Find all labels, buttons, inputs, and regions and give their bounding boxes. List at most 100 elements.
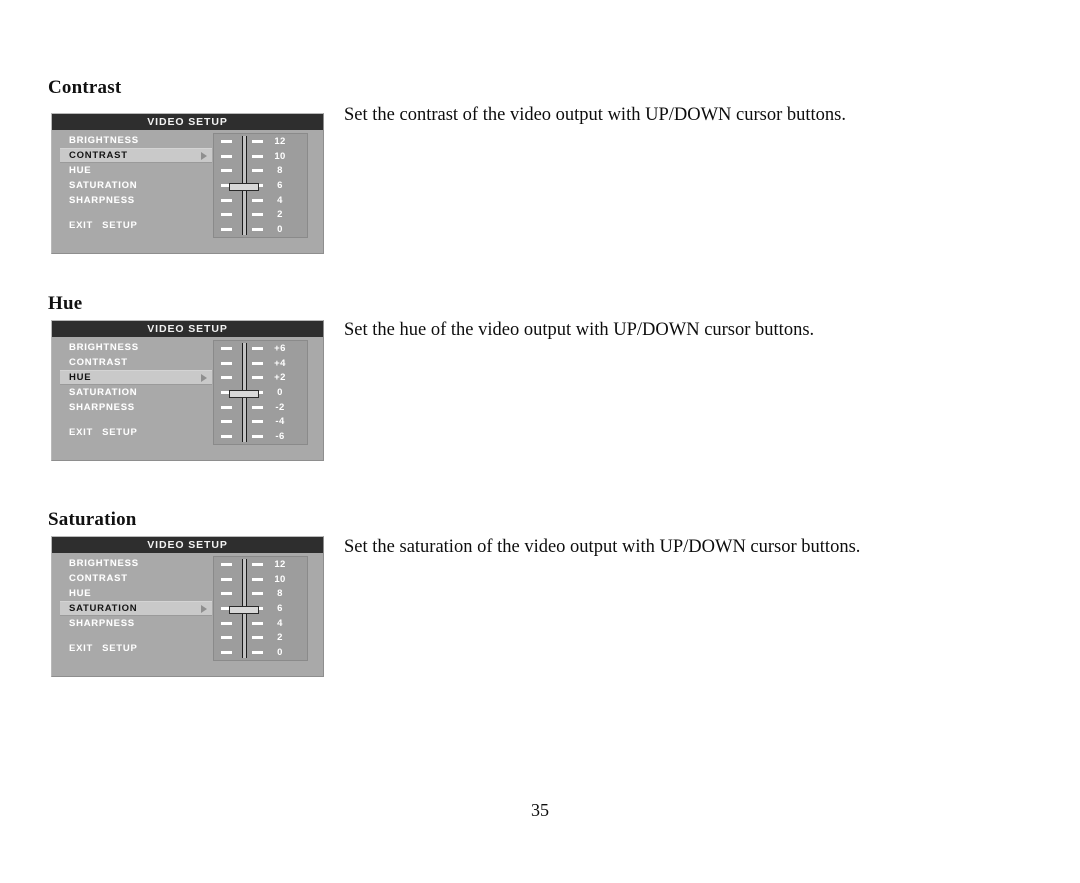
- slider-row: 10: [214, 149, 307, 163]
- page-number: 35: [531, 800, 549, 820]
- tick-mark-left: [221, 636, 232, 640]
- slider-row: 6: [214, 178, 307, 192]
- section-description: Set the contrast of the video output wit…: [344, 105, 847, 125]
- slider-row: 4: [214, 616, 307, 630]
- menu-item-saturation[interactable]: SATURATION: [60, 601, 212, 616]
- menu-exit-row: EXIT SETUP: [60, 641, 212, 656]
- tick-mark-right: [252, 577, 263, 581]
- menu-item-brightness[interactable]: BRIGHTNESS: [60, 556, 212, 571]
- section-heading: Hue: [48, 293, 83, 314]
- manual-page: Contrast Set the contrast of the video o…: [0, 0, 1080, 883]
- scale-value: 12: [274, 558, 286, 570]
- scale-value: -2: [275, 401, 285, 413]
- exit-button[interactable]: EXIT: [69, 220, 93, 231]
- tick-mark-left: [221, 198, 232, 202]
- slider-row: 0: [214, 385, 307, 399]
- scale-value: 10: [274, 573, 286, 585]
- menu-item-label: SHARPNESS: [69, 402, 135, 413]
- scale-value: 0: [277, 386, 283, 398]
- chevron-right-icon: [201, 604, 207, 613]
- menu-item-label: CONTRAST: [69, 150, 128, 161]
- menu-item-brightness[interactable]: BRIGHTNESS: [60, 340, 212, 355]
- menu-item-contrast[interactable]: CONTRAST: [60, 355, 212, 370]
- tick-mark-right: [252, 361, 263, 365]
- slider-row: 8: [214, 164, 307, 178]
- menu-item-hue[interactable]: HUE: [60, 370, 212, 385]
- menu-item-label: BRIGHTNESS: [69, 135, 139, 146]
- menu-spacer: [60, 208, 212, 218]
- setup-button[interactable]: SETUP: [102, 643, 137, 654]
- tick-mark-left: [221, 361, 232, 365]
- slider-row: 12: [214, 134, 307, 148]
- osd-menu: BRIGHTNESS CONTRAST HUE SATURATION SHARP…: [60, 340, 212, 440]
- scale-value: 6: [277, 179, 283, 191]
- osd-menu: BRIGHTNESS CONTRAST HUE SATURATION SHARP…: [60, 556, 212, 656]
- setup-button[interactable]: SETUP: [102, 220, 137, 231]
- slider-row: 6: [214, 601, 307, 615]
- tick-mark-right: [252, 651, 263, 655]
- slider-thumb[interactable]: [229, 605, 259, 614]
- menu-item-label: CONTRAST: [69, 573, 128, 584]
- slider-row: -2: [214, 400, 307, 414]
- menu-item-label: SHARPNESS: [69, 618, 135, 629]
- osd-slider-hue[interactable]: +6 +4 +2 0 -2 -4 -6: [213, 340, 308, 445]
- menu-item-label: SATURATION: [69, 603, 138, 614]
- exit-button[interactable]: EXIT: [69, 427, 93, 438]
- chevron-right-icon: [201, 151, 207, 160]
- menu-item-saturation[interactable]: SATURATION: [60, 385, 212, 400]
- menu-item-label: SATURATION: [69, 387, 138, 398]
- menu-item-hue[interactable]: HUE: [60, 163, 212, 178]
- osd-menu: BRIGHTNESS CONTRAST HUE SATURATION SHARP…: [60, 133, 212, 233]
- menu-item-contrast[interactable]: CONTRAST: [60, 148, 212, 163]
- tick-mark-left: [221, 228, 232, 232]
- slider-scale: +6 +4 +2 0 -2 -4 -6: [214, 341, 307, 444]
- menu-item-sharpness[interactable]: SHARPNESS: [60, 193, 212, 208]
- scale-value: 6: [277, 602, 283, 614]
- scale-value: 12: [274, 135, 286, 147]
- slider-row: 4: [214, 193, 307, 207]
- slider-scale: 12 10 8 6 4 2 0: [214, 557, 307, 660]
- menu-item-brightness[interactable]: BRIGHTNESS: [60, 133, 212, 148]
- chevron-right-icon: [201, 373, 207, 382]
- section-saturation: Saturation: [48, 510, 137, 529]
- exit-button[interactable]: EXIT: [69, 643, 93, 654]
- osd-slider-contrast[interactable]: 12 10 8 6 4 2 0: [213, 133, 308, 238]
- slider-thumb[interactable]: [229, 182, 259, 191]
- menu-item-saturation[interactable]: SATURATION: [60, 178, 212, 193]
- menu-item-sharpness[interactable]: SHARPNESS: [60, 400, 212, 415]
- osd-inner: VIDEO SETUP BRIGHTNESS CONTRAST HUE SATU…: [52, 321, 323, 460]
- tick-mark-left: [221, 169, 232, 173]
- menu-item-hue[interactable]: HUE: [60, 586, 212, 601]
- menu-item-contrast[interactable]: CONTRAST: [60, 571, 212, 586]
- tick-mark-right: [252, 213, 263, 217]
- tick-mark-right: [252, 346, 263, 350]
- tick-mark-left: [221, 577, 232, 581]
- menu-item-sharpness[interactable]: SHARPNESS: [60, 616, 212, 631]
- tick-mark-right: [252, 435, 263, 439]
- section-description: Set the saturation of the video output w…: [344, 537, 861, 557]
- scale-value: -4: [275, 416, 285, 428]
- tick-mark-right: [252, 562, 263, 566]
- menu-item-label: SHARPNESS: [69, 195, 135, 206]
- scale-value: 8: [277, 588, 283, 600]
- tick-mark-left: [221, 435, 232, 439]
- slider-row: +2: [214, 371, 307, 385]
- tick-mark-left: [221, 420, 232, 424]
- scale-value: +4: [274, 357, 286, 369]
- scale-value: 4: [277, 617, 283, 629]
- slider-row: 8: [214, 587, 307, 601]
- tick-mark-right: [252, 139, 263, 143]
- tick-mark-left: [221, 592, 232, 596]
- setup-button[interactable]: SETUP: [102, 427, 137, 438]
- menu-item-label: HUE: [69, 165, 92, 176]
- slider-row: 10: [214, 572, 307, 586]
- slider-row: 12: [214, 557, 307, 571]
- menu-spacer: [60, 631, 212, 641]
- osd-slider-saturation[interactable]: 12 10 8 6 4 2 0: [213, 556, 308, 661]
- slider-thumb[interactable]: [229, 389, 259, 398]
- slider-row: -6: [214, 430, 307, 444]
- osd-inner: VIDEO SETUP BRIGHTNESS CONTRAST HUE SATU…: [52, 114, 323, 253]
- slider-row: -4: [214, 415, 307, 429]
- osd-panel-contrast: VIDEO SETUP BRIGHTNESS CONTRAST HUE SATU…: [51, 113, 324, 254]
- menu-item-label: SATURATION: [69, 180, 138, 191]
